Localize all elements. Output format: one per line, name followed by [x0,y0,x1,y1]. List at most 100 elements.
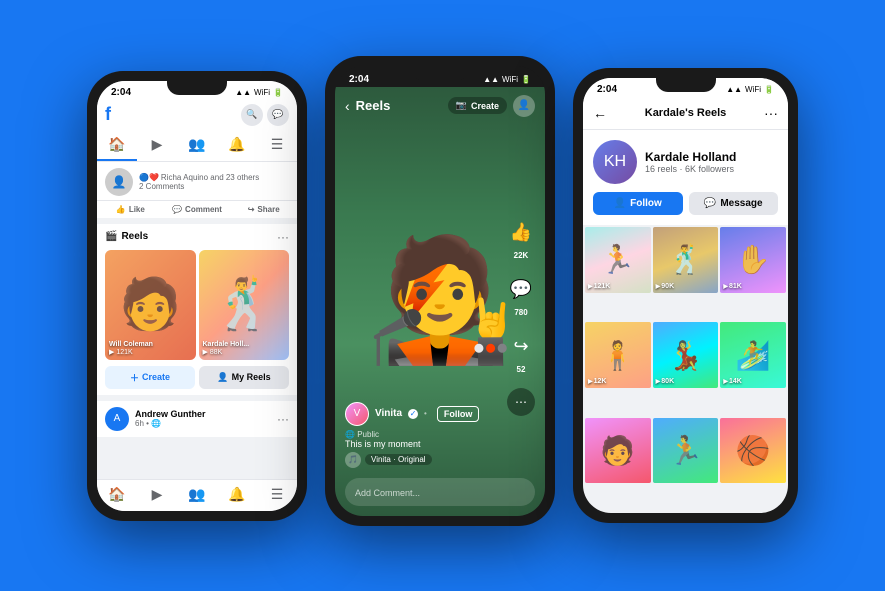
status-time-1: 2:04 [111,87,131,98]
search-icon[interactable]: 🔍 [241,104,263,126]
post-author-line: Richa Aquino and 23 others [161,173,259,182]
post2: A Andrew Gunther 6h • 🌐 ··· [97,401,297,437]
fb-logo: f [105,104,111,125]
like-action-icon: 👍 [505,217,537,249]
reels-label: Reels [121,231,148,242]
create-reel-btn[interactable]: 📷 Create [448,97,507,114]
bottom-nav: 🏠 ▶ 👥 🔔 ☰ [97,479,297,511]
grid-reel-5[interactable]: 💃 ▶ 80K [653,322,719,388]
grid-views-2: ▶ 90K [656,283,674,290]
back-arrow-icon[interactable]: ← [593,105,607,121]
profile-header: ← Kardale's Reels ··· [583,97,788,130]
reels-title-bar: ‹ Reels [345,98,390,114]
post-avatar: 👤 [105,168,133,196]
profile-follow-button[interactable]: 👤 Follow [593,192,683,215]
status-icons-2: ▲▲ WiFi 🔋 [483,75,531,84]
grid-reel-4[interactable]: 🧍 ▶ 12K [585,322,651,388]
comment-action-icon: 💬 [505,274,537,306]
reels-side-actions: 👍 22K 💬 780 ↪ 52 ⋯ [505,217,537,416]
post-actions: 👍 Like 💬 Comment ↪ Share [97,200,297,218]
like-action[interactable]: 👍 22K [505,217,537,260]
like-icon: 👍 [116,205,126,214]
comment-action[interactable]: 💬 780 [505,274,537,317]
phone2-screen: 2:04 ▲▲ WiFi 🔋 ‹ Reels 📷 [335,66,545,516]
post2-name: Andrew Gunther [135,409,271,419]
more-action[interactable]: ⋯ [507,388,535,416]
nav-watch[interactable]: ▶ [137,130,177,161]
post-comments: 2 Comments [139,182,289,191]
grid-reel-6[interactable]: 🏄 ▶ 14K [720,322,786,388]
play-icon-2: ▶ [656,283,661,290]
comment-btn[interactable]: 💬 Comment [164,205,231,214]
play-icon-3: ▶ [723,283,728,290]
post2-more-icon[interactable]: ··· [277,412,289,426]
reels-more-icon[interactable]: ··· [277,230,289,244]
share-btn[interactable]: ↪ Share [230,205,297,214]
follow-icon: 👤 [614,198,626,209]
follow-button[interactable]: Follow [437,406,480,422]
grid-reel-2[interactable]: 🕺 ▶ 90K [653,227,719,293]
phone3-screen: 2:04 ▲▲ WiFi 🔋 ← Kardale's Reels ··· [583,78,788,513]
reels-username: Vinita [375,408,402,419]
nav-menu[interactable]: ☰ [257,130,297,161]
like-btn[interactable]: 👍 Like [97,205,164,214]
profile-avatar-btn[interactable]: 👤 [513,95,535,117]
profile-stats: 16 reels · 6K followers [645,164,736,174]
post2-time: 6h • 🌐 [135,419,271,428]
grid-bg-7: 🧑 [585,418,651,484]
profile-message-button[interactable]: 💬 Message [689,192,779,215]
share-icon: ↪ [248,205,255,214]
post2-header: A Andrew Gunther 6h • 🌐 ··· [105,407,289,431]
grid-reel-9[interactable]: 🏀 [720,418,786,484]
post-meta: 🔵❤️ Richa Aquino and 23 others 2 Comment… [139,173,289,191]
reaction-emojis: 🔵❤️ [139,173,159,182]
grid-reel-3[interactable]: ✋ ▶ 81K [720,227,786,293]
globe-icon: 🌐 [345,430,355,439]
status-icons-3: ▲▲ WiFi 🔋 [726,85,774,94]
reel-item-2[interactable]: 🕺 Kardale Holl... ▶ 88K [199,250,290,360]
comment-icon: 💬 [172,205,182,214]
grid-bg-8: 🏃 [653,418,719,484]
bottom-nav-groups[interactable]: 👥 [177,486,217,503]
music-icon: 🎵 [345,452,361,468]
create-button[interactable]: ＋ Create [105,366,195,389]
play-icon-5: ▶ [656,378,661,385]
back-chevron-icon[interactable]: ‹ [345,98,350,114]
comment-bar[interactable]: Add Comment... [345,478,535,506]
grid-reel-7[interactable]: 🧑 [585,418,651,484]
play-icon-1: ▶ [588,283,593,290]
like-label: Like [129,205,145,214]
follow-label: Follow [630,198,662,209]
post2-avatar: A [105,407,129,431]
nav-alerts[interactable]: 🔔 [217,130,257,161]
share-action[interactable]: ↪ 52 [505,331,537,374]
reels-user-avatar: V [345,402,369,426]
nav-home[interactable]: 🏠 [97,130,137,161]
bottom-nav-home[interactable]: 🏠 [97,486,137,503]
status-bar-2: 2:04 ▲▲ WiFi 🔋 [335,66,545,87]
grid-reel-1[interactable]: 🏃 ▶ 121K [585,227,651,293]
create-reel-label: Create [471,101,499,111]
reels-section-title: 🎬 Reels [105,231,148,242]
my-reels-label: My Reels [232,372,271,382]
post-reactions: 🔵❤️ Richa Aquino and 23 others [139,173,289,182]
share-count: 52 [517,365,526,374]
more-options-icon[interactable]: ··· [764,105,778,121]
bottom-nav-watch[interactable]: ▶ [137,486,177,503]
post2-meta: Andrew Gunther 6h • 🌐 [135,409,271,428]
create-label: Create [142,372,170,382]
bottom-nav-menu[interactable]: ☰ [257,486,297,503]
like-count: 22K [514,251,529,260]
performer-emoji: 🧑‍🎤 [365,231,514,371]
my-reels-button[interactable]: 👤 My Reels [199,366,289,389]
grid-reel-8[interactable]: 🏃 [653,418,719,484]
reels-header-title: Reels [356,98,391,113]
reels-header: 🎬 Reels ··· [105,230,289,244]
profile-name: Kardale Holland [645,150,736,164]
reels-player[interactable]: ‹ Reels 📷 Create 👤 🧑‍🎤 [335,87,545,516]
bottom-nav-bell[interactable]: 🔔 [217,486,257,503]
reel-item-1[interactable]: 🧑 Will Coleman ▶ 121K [105,250,196,360]
messenger-icon[interactable]: 💬 [267,104,289,126]
grid-bg-9: 🏀 [720,418,786,484]
nav-groups[interactable]: 👥 [177,130,217,161]
